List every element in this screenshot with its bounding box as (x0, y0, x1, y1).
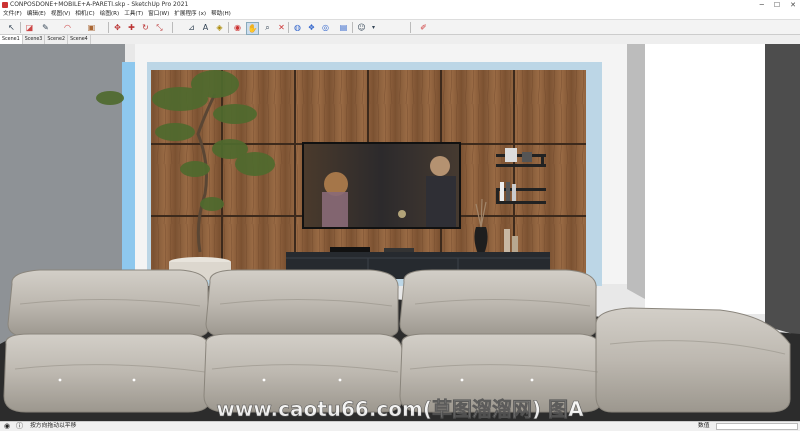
text-tool-icon[interactable]: A (200, 22, 211, 33)
status-bar: ◉ ⓘ 按方向拖动以平移 数值 (0, 421, 800, 431)
paint-bucket-tool-icon[interactable]: ◈ (214, 22, 225, 33)
orbit-tool-icon[interactable]: ◉ (232, 22, 243, 33)
scale-tool-icon[interactable]: ⤡ (154, 22, 165, 33)
menu-tools[interactable]: 工具(T) (124, 10, 143, 19)
measurements-input[interactable] (716, 423, 798, 430)
move-tool-icon[interactable]: ✚ (126, 22, 137, 33)
right-wall (765, 44, 800, 336)
scene-render: www.caotu66.com(草图溜溜网) 图A (0, 44, 800, 421)
minimize-button[interactable]: ─ (760, 0, 764, 10)
warehouse-tool-icon[interactable]: ◍ (292, 22, 303, 33)
section-tool-icon[interactable]: ✐ (418, 22, 429, 33)
menu-file[interactable]: 文件(F) (3, 10, 22, 19)
right-wall-opening (645, 44, 765, 314)
layout-tool-icon[interactable]: ▤ (338, 22, 349, 33)
eraser-tool-icon[interactable]: ◪ (24, 22, 35, 33)
extension-warehouse-tool-icon[interactable]: ❖ (306, 22, 317, 33)
pan-tool-icon[interactable]: ✋ (246, 22, 259, 35)
tab-scene2[interactable]: Scene2 (45, 35, 69, 44)
sketchup-logo-icon (2, 2, 8, 8)
shape-tool-icon[interactable]: ▣ (86, 22, 97, 33)
push-pull-tool-icon[interactable]: ✥ (112, 22, 123, 33)
measurements-label: 数值 (698, 423, 710, 429)
tab-scene3[interactable]: Scene3 (23, 35, 46, 44)
info-icon[interactable]: ⓘ (16, 422, 23, 431)
menu-window[interactable]: 窗口(W) (148, 10, 169, 19)
menu-view[interactable]: 视图(V) (51, 10, 70, 19)
toolbar-divider (410, 22, 411, 33)
zoom-extents-tool-icon[interactable]: ✕ (276, 22, 287, 33)
menu-extensions[interactable]: 扩展程序 (x) (174, 10, 206, 19)
geolocation-icon[interactable]: ◉ (4, 422, 10, 431)
model-viewport[interactable]: www.caotu66.com(草图溜溜网) 图A (0, 44, 800, 421)
close-button[interactable]: ✕ (790, 0, 796, 10)
tab-scene4[interactable]: Scene4 (68, 35, 91, 44)
main-toolbar: ↖ ◪ ✎ ◠ ▣ ✥ ✚ ↻ ⤡ ⊿ A ◈ ◉ ✋ ⌕ ✕ ◍ ❖ ◎ ▤ … (0, 19, 800, 35)
toolbar-divider (288, 22, 289, 33)
window-controls: ─ ☐ ✕ (760, 0, 796, 10)
watermark-text: www.caotu66.com(草图溜溜网) 图A (216, 397, 584, 421)
sketchfab-tool-icon[interactable]: ◎ (320, 22, 331, 33)
arc-tool-icon[interactable]: ◠ (62, 22, 73, 33)
shelf-upper (496, 154, 546, 157)
rotate-tool-icon[interactable]: ↻ (140, 22, 151, 33)
select-tool-icon[interactable]: ↖ (6, 22, 17, 33)
menu-help[interactable]: 帮助(H) (211, 10, 231, 19)
left-window (122, 62, 135, 276)
menu-edit[interactable]: 编辑(E) (27, 10, 46, 19)
maximize-button[interactable]: ☐ (774, 0, 780, 10)
menu-camera[interactable]: 相机(C) (75, 10, 94, 19)
toolbar-divider (352, 22, 353, 33)
tape-measure-tool-icon[interactable]: ⊿ (186, 22, 197, 33)
status-message: 按方向拖动以平移 (30, 423, 77, 429)
zoom-tool-icon[interactable]: ⌕ (262, 22, 273, 33)
title-bar: CONPOSDONE+MOBILE+A-PARETI.skp - SketchU… (0, 0, 800, 10)
right-column (627, 44, 645, 299)
toolbar-divider (108, 22, 109, 33)
toolbar-divider (20, 22, 21, 33)
menu-bar: 文件(F) 编辑(E) 视图(V) 相机(C) 绘图(R) 工具(T) 窗口(W… (0, 10, 800, 19)
toolbar-divider (172, 22, 173, 33)
tab-scene1[interactable]: Scene1 (0, 35, 23, 44)
scene-tabs: Scene1 Scene3 Scene2 Scene4 (0, 35, 800, 44)
line-tool-icon[interactable]: ✎ (40, 22, 51, 33)
toolbar-divider (228, 22, 229, 33)
window-title: CONPOSDONE+MOBILE+A-PARETI.skp - SketchU… (10, 1, 189, 8)
account-dropdown-icon[interactable]: ▾ (368, 22, 379, 33)
account-tool-icon[interactable]: ☺ (356, 22, 367, 33)
menu-draw[interactable]: 绘图(R) (100, 10, 119, 19)
